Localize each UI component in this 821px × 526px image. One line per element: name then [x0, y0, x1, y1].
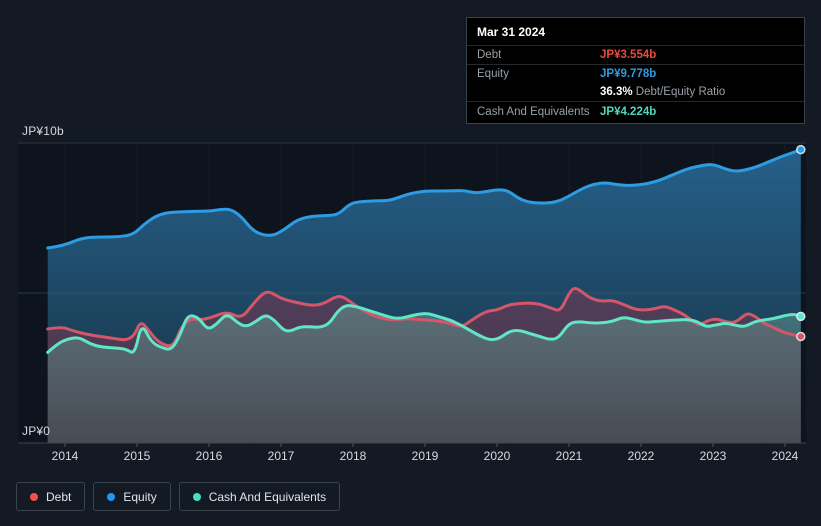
debt-equity-history-chart: JP¥10b JP¥0 2014 2015 2016 2017 2018 2019 2020… [0, 0, 821, 526]
legend-item-equity[interactable]: Equity [93, 482, 171, 511]
tooltip-date: Mar 31 2024 [477, 25, 546, 39]
legend-cash-label: Cash And Equivalents [208, 489, 327, 504]
legend-item-cash[interactable]: Cash And Equivalents [178, 482, 341, 511]
x-axis-label: 2023 [699, 449, 727, 463]
cash-dot-icon [192, 492, 201, 501]
debt-end-dot[interactable] [796, 331, 806, 342]
x-axis-label: 2015 [123, 449, 151, 463]
tooltip-cash-row: Cash And Equivalents JP¥4.224b [467, 101, 804, 123]
x-axis-label: 2018 [339, 449, 367, 463]
tooltip-ratio-label: Debt/Equity Ratio [632, 86, 726, 98]
x-axis-label: 2016 [195, 449, 223, 463]
cash-end-dot[interactable] [796, 311, 806, 322]
y-axis-top-label: JP¥10b [22, 124, 64, 138]
y-axis-bottom-label: JP¥0 [22, 424, 51, 438]
debt-dot-icon [30, 492, 38, 501]
legend-debt-label: Debt [46, 489, 72, 504]
x-axis-label: 2022 [627, 449, 655, 463]
tooltip-equity-row: Equity JP¥9.778b [467, 64, 804, 83]
x-axis-label: 2024 [771, 449, 799, 463]
tooltip-debt-label: Debt [477, 49, 502, 61]
x-axis-label: 2014 [51, 449, 79, 463]
x-axis-label: 2020 [483, 449, 511, 463]
chart-tooltip: Mar 31 2024 Debt JP¥3.554b Equity JP¥9.7… [466, 17, 805, 124]
tooltip-equity-label: Equity [477, 68, 509, 80]
tooltip-ratio-value: 36.3% [600, 86, 633, 98]
equity-dot-icon [107, 492, 116, 501]
legend-equity-label: Equity [123, 489, 157, 504]
tooltip-ratio-row: 36.3% Debt/Equity Ratio [467, 83, 804, 101]
tooltip-equity-value: JP¥9.778b [600, 68, 657, 80]
chart-legend: Debt Equity Cash And Equivalents [16, 482, 341, 511]
x-axis-label: 2017 [267, 449, 295, 463]
x-axis-label: 2021 [555, 449, 583, 463]
tooltip-cash-label: Cash And Equivalents [477, 106, 590, 118]
tooltip-cash-value: JP¥4.224b [600, 106, 657, 118]
tooltip-debt-row: Debt JP¥3.554b [467, 45, 804, 64]
equity-end-dot[interactable] [796, 144, 806, 155]
x-axis-label: 2019 [411, 449, 439, 463]
tooltip-debt-value: JP¥3.554b [600, 49, 657, 61]
legend-item-debt[interactable]: Debt [16, 482, 86, 511]
